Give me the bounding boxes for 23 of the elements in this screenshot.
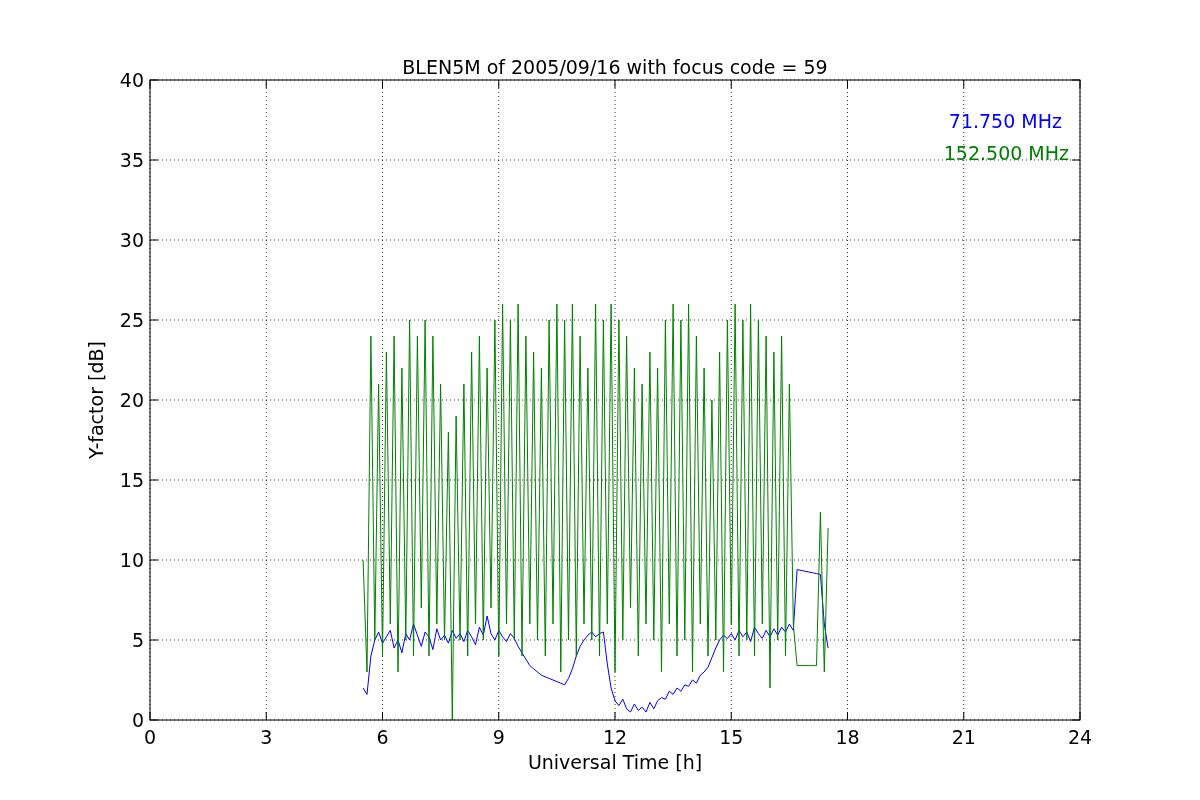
x-tick-label: 21 [951, 726, 976, 748]
x-axis-label: Universal Time [h] [527, 751, 703, 773]
x-tick-label: 15 [719, 726, 744, 748]
y-tick-label: 40 [119, 69, 144, 91]
legend-label: 71.750 MHz [948, 110, 1062, 132]
x-tick-label: 12 [602, 726, 628, 748]
y-tick-label: 5 [131, 629, 144, 651]
x-tick-label: 0 [143, 726, 157, 748]
chart-title: BLEN5M of 2005/09/16 with focus code = 59 [402, 56, 828, 78]
y-tick-label: 20 [119, 389, 144, 411]
y-tick-label: 10 [119, 549, 144, 571]
y-tick-label: 30 [119, 229, 144, 251]
y-tick-label: 0 [131, 709, 144, 731]
legend-label: 152.500 MHz [943, 142, 1069, 164]
y-axis-label: Y-factor [dB] [85, 341, 107, 459]
y-tick-label: 25 [119, 309, 144, 331]
x-tick-label: 3 [260, 726, 273, 748]
x-tick-label: 24 [1067, 726, 1093, 748]
y-tick-label: 15 [119, 469, 144, 491]
x-tick-label: 6 [376, 726, 389, 748]
x-tick-label: 9 [492, 726, 505, 748]
y-tick-label: 35 [119, 149, 144, 171]
x-tick-label: 18 [835, 726, 860, 748]
